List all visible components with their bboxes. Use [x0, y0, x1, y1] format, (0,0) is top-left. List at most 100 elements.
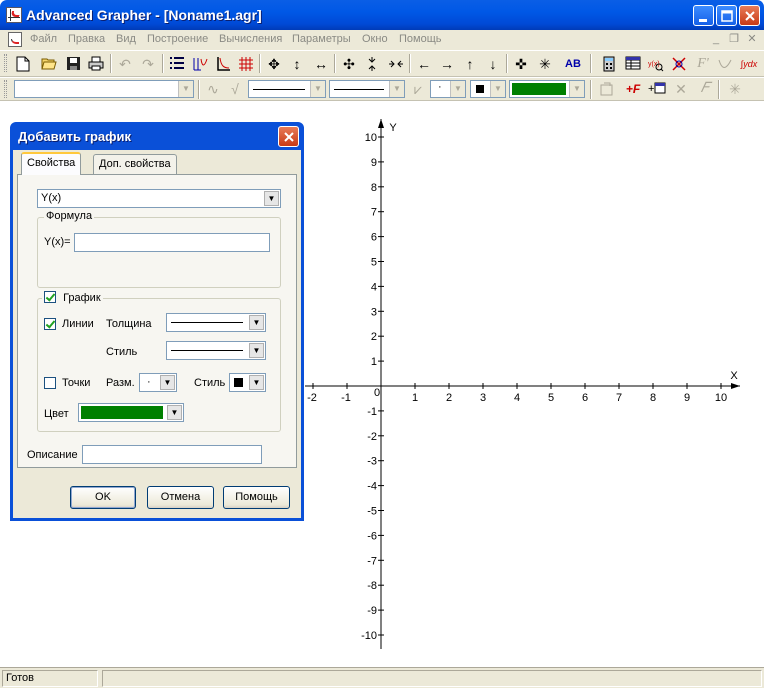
chevron-down-icon: ▼ [264, 191, 279, 206]
x-tick-label: 10 [715, 392, 727, 404]
tangent-icon[interactable] [714, 53, 736, 75]
close-button[interactable] [739, 5, 760, 26]
line-style-select[interactable]: ▼ [329, 80, 405, 98]
integral-icon[interactable]: ∫ydx [738, 53, 760, 75]
dialog-title: Добавить график [18, 129, 132, 144]
toolbar-grip[interactable] [4, 80, 7, 98]
y-tick-label: 5 [371, 257, 377, 269]
y-tick-label: -6 [367, 530, 377, 542]
svg-text:+: + [648, 83, 654, 95]
label-icon[interactable]: AB [562, 53, 584, 75]
color-select[interactable]: ▼ [509, 80, 585, 98]
table-values-icon[interactable] [622, 53, 644, 75]
chevron-down-icon: ▼ [160, 375, 175, 390]
points-checkbox[interactable] [44, 377, 56, 389]
color-swatch [81, 406, 163, 419]
mdi-minimize-button[interactable]: _ [710, 33, 722, 45]
y-tick-label: -5 [367, 506, 377, 518]
stretch-horizontal-icon[interactable]: ↔ [310, 53, 332, 75]
redo-icon[interactable]: ↷ [137, 53, 159, 75]
properties-icon[interactable] [596, 78, 618, 100]
tab-properties[interactable]: Свойства [21, 152, 82, 175]
point-size-value: · [147, 376, 151, 388]
stretch-vertical-icon[interactable]: ↕ [286, 53, 308, 75]
graph-type-select[interactable]: Y(x) ▼ [37, 189, 281, 208]
menu-help[interactable]: Помощь [399, 33, 442, 45]
arrow-left-icon[interactable]: ← [413, 53, 435, 75]
dialog-body: Свойства Доп. свойства Y(x) ▼ Формула Y(… [13, 150, 301, 518]
add-table-icon[interactable]: + [646, 78, 668, 100]
undo-icon[interactable]: ↶ [114, 53, 136, 75]
graph-props-icon[interactable]: 𝐹 [694, 78, 716, 100]
save-icon[interactable] [62, 53, 84, 75]
fit-icon[interactable]: ✳ [534, 53, 556, 75]
x-tick-label: 1 [412, 392, 418, 404]
line-thickness-select[interactable]: ▼ [248, 80, 326, 98]
graph-list-icon[interactable] [166, 53, 188, 75]
mdi-restore-button[interactable]: ❐ [728, 33, 740, 45]
arrow-down-icon[interactable]: ↓ [482, 53, 504, 75]
line-style-select[interactable]: ▼ [166, 341, 266, 360]
add-graph-icon[interactable]: +F [622, 78, 644, 100]
minimize-button[interactable] [693, 5, 714, 26]
description-input[interactable] [82, 445, 262, 464]
open-icon[interactable] [38, 53, 60, 75]
compress-horizontal-icon[interactable] [385, 53, 407, 75]
formula-input[interactable] [74, 233, 270, 252]
y-tick-label: -2 [367, 431, 377, 443]
window-titlebar[interactable]: Advanced Grapher - [Noname1.agr] [0, 0, 764, 30]
calculator-icon[interactable] [598, 53, 620, 75]
intersection-icon[interactable] [668, 53, 690, 75]
sparkle-icon[interactable]: ✳ [724, 78, 746, 100]
menu-calc[interactable]: Вычисления [219, 33, 282, 45]
point-size-select[interactable]: · ▼ [430, 80, 466, 98]
help-button[interactable]: Помощь [223, 486, 290, 509]
document-icon[interactable] [8, 32, 22, 47]
menu-bar: Файл Правка Вид Построение Вычисления Па… [0, 30, 764, 50]
analysis-icon[interactable]: y(x) [645, 53, 667, 75]
cancel-button[interactable]: Отмена [147, 486, 214, 509]
x-tick-label: 5 [548, 392, 554, 404]
arrow-up-icon[interactable]: ↑ [459, 53, 481, 75]
new-icon[interactable] [12, 53, 34, 75]
status-text: Готов [2, 670, 98, 687]
menu-file[interactable]: Файл [30, 33, 57, 45]
point-shape-select[interactable]: ▼ [470, 80, 506, 98]
menu-view[interactable]: Вид [116, 33, 136, 45]
ok-button[interactable]: OK [70, 486, 136, 509]
menu-options[interactable]: Параметры [292, 33, 351, 45]
app-icon[interactable] [6, 7, 22, 23]
check-style-icon[interactable]: √ [224, 78, 246, 100]
curve-icon[interactable]: ∿ [202, 78, 224, 100]
thickness-select[interactable]: ▼ [166, 313, 266, 332]
menu-window[interactable]: Окно [362, 33, 388, 45]
menu-edit[interactable]: Правка [68, 33, 105, 45]
center-icon[interactable]: ✜ [510, 53, 532, 75]
dialog-titlebar[interactable]: Добавить график [13, 122, 301, 150]
function-select[interactable]: ▼ [14, 80, 194, 98]
mdi-close-button[interactable]: ✕ [746, 33, 758, 45]
point-style-icon[interactable]: ⩗ [407, 78, 429, 100]
print-icon[interactable] [85, 53, 107, 75]
zoom-in-icon[interactable]: ✣ [338, 53, 360, 75]
arrow-right-icon[interactable]: → [436, 53, 458, 75]
compress-vertical-icon[interactable] [361, 53, 383, 75]
toolbar-grip[interactable] [4, 54, 7, 72]
maximize-button[interactable] [716, 5, 737, 26]
point-size-select[interactable]: · ▼ [139, 373, 177, 392]
delete-icon[interactable]: ✕ [670, 78, 692, 100]
point-shape-select[interactable]: ▼ [229, 373, 266, 392]
graph-type-value: Y(x) [41, 192, 62, 204]
move-icon[interactable]: ✥ [263, 53, 285, 75]
table-icon[interactable] [189, 53, 211, 75]
color-select[interactable]: ▼ [78, 403, 184, 422]
dialog-close-button[interactable] [278, 126, 299, 147]
point-shape-swatch [234, 378, 243, 387]
tab-extra-properties[interactable]: Доп. свойства [93, 154, 177, 174]
axes-icon[interactable] [212, 53, 234, 75]
grid-icon[interactable] [235, 53, 257, 75]
graph-checkbox[interactable] [44, 291, 56, 303]
derivative-icon[interactable]: F' [692, 53, 714, 75]
menu-build[interactable]: Построение [147, 33, 208, 45]
lines-checkbox[interactable] [44, 318, 56, 330]
